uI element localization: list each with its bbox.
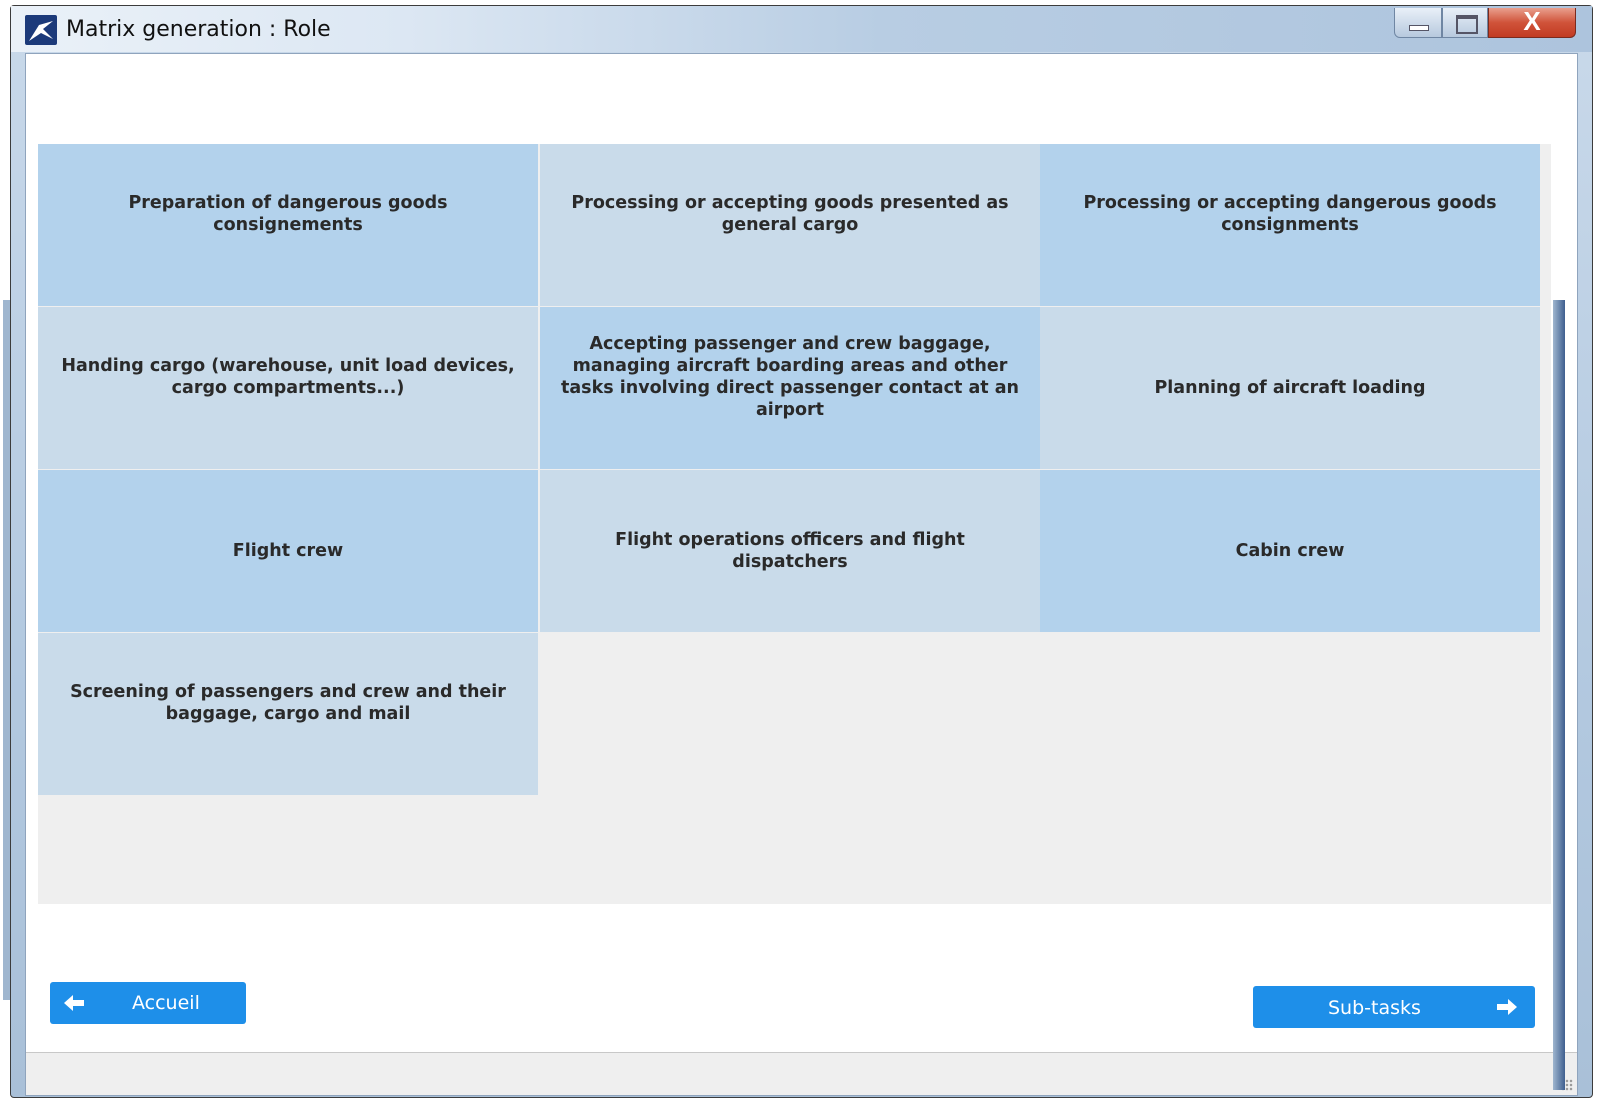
role-label: Planning of aircraft loading [1154, 378, 1426, 398]
role-label: Screening of passengers and crew and the… [70, 682, 506, 724]
role-tile[interactable]: Flight operations officers and flight di… [540, 470, 1040, 632]
role-tile[interactable]: Cabin crew [1040, 470, 1540, 632]
window-content: Preparation of dangerous goods consignem… [25, 53, 1578, 1096]
role-label: Processing or accepting goods presented … [571, 193, 1009, 235]
sub-tasks-button-label: Sub-tasks [1328, 997, 1421, 1019]
title-bar[interactable]: Matrix generation : Role X [11, 6, 1592, 52]
role-label: Preparation of dangerous goods consignem… [128, 193, 448, 235]
home-button-label: Accueil [132, 992, 200, 1014]
window-edge-right [1553, 300, 1565, 1090]
role-tile[interactable]: Planning of aircraft loading [1040, 307, 1540, 469]
role-grid: Preparation of dangerous goods consignem… [38, 144, 1551, 904]
role-label: Flight crew [232, 541, 344, 561]
app-window: Matrix generation : Role X Preparation o… [10, 5, 1593, 1098]
role-label: Flight operations officers and flight di… [615, 530, 965, 572]
role-tile[interactable]: Accepting passenger and crew baggage, ma… [540, 307, 1040, 469]
status-bar [26, 1052, 1577, 1095]
close-button[interactable]: X [1488, 6, 1576, 38]
arrow-left-icon [54, 982, 94, 1024]
role-tile[interactable]: Flight crew [38, 470, 538, 632]
window-title: Matrix generation : Role [66, 17, 331, 42]
minimize-button[interactable] [1394, 8, 1442, 38]
sub-tasks-button[interactable]: Sub-tasks [1253, 986, 1535, 1028]
role-tile[interactable]: Preparation of dangerous goods consignem… [38, 144, 538, 306]
home-button[interactable]: Accueil [50, 982, 246, 1024]
arrow-right-icon [1487, 986, 1527, 1028]
close-icon: X [1523, 6, 1541, 36]
role-label: Handing cargo (warehouse, unit load devi… [61, 356, 515, 398]
role-label: Processing or accepting dangerous goods … [1083, 193, 1497, 235]
role-tile[interactable]: Screening of passengers and crew and the… [38, 633, 538, 795]
maximize-button[interactable] [1442, 8, 1488, 38]
role-tile[interactable]: Processing or accepting dangerous goods … [1040, 144, 1540, 306]
role-tile[interactable]: Processing or accepting goods presented … [540, 144, 1040, 306]
app-logo-icon [25, 15, 57, 45]
role-label: Cabin crew [1235, 541, 1345, 561]
role-tile[interactable]: Handing cargo (warehouse, unit load devi… [38, 307, 538, 469]
role-label: Accepting passenger and crew baggage, ma… [561, 334, 1019, 420]
